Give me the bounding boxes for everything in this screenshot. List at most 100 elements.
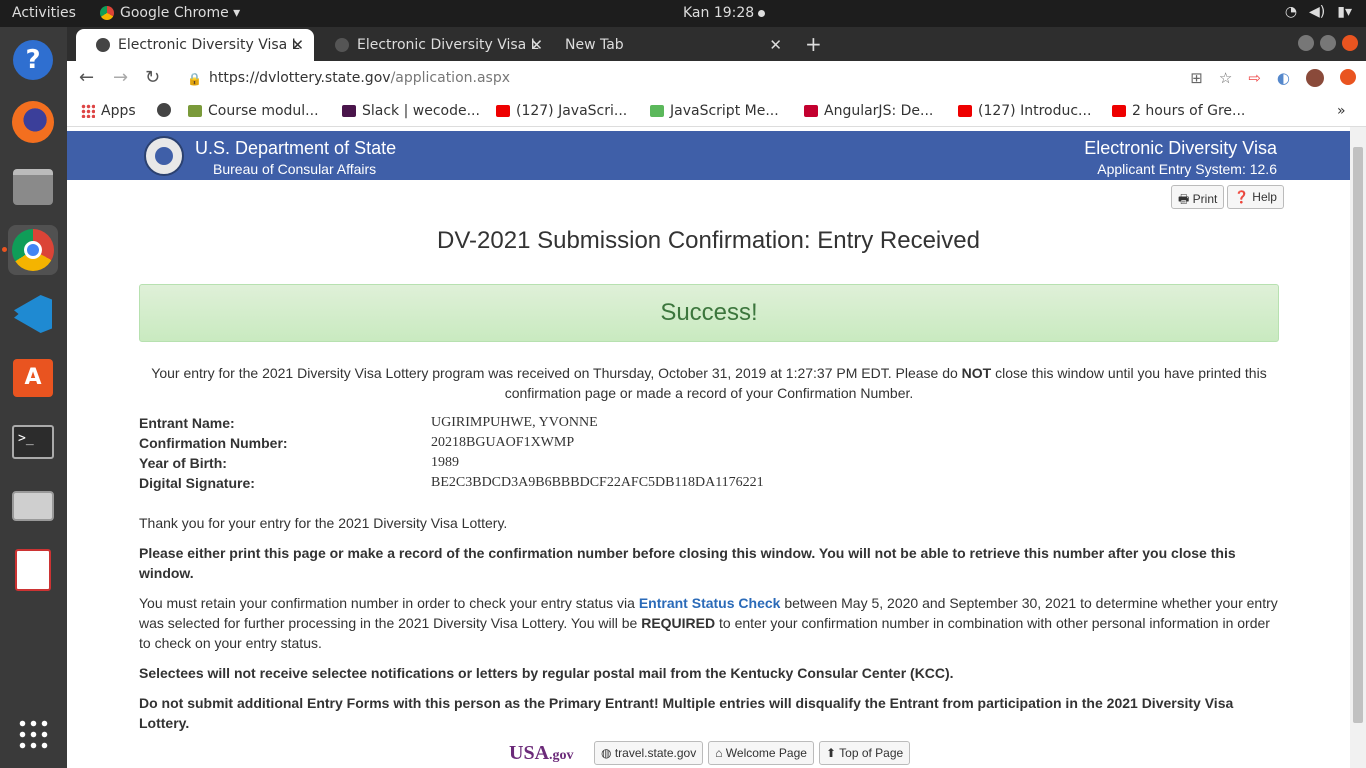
back-arrow-icon[interactable]: ← — [79, 67, 94, 88]
tab-close-icon[interactable]: ✕ — [769, 36, 782, 54]
slack-icon — [342, 105, 356, 117]
bookmark-globe[interactable] — [157, 103, 171, 117]
print-button[interactable]: 🖶 Print — [1171, 185, 1225, 209]
bookmark-item[interactable]: (127) Introduc... — [958, 103, 1091, 119]
new-tab-plus-icon[interactable]: + — [805, 32, 822, 56]
software-store-icon[interactable]: A — [8, 353, 58, 403]
bookmark-star-icon[interactable]: ☆ — [1219, 69, 1232, 87]
globe-icon — [96, 38, 110, 52]
department-name: U.S. Department of State — [195, 138, 397, 158]
clock[interactable]: Kan 19:28 — [683, 5, 766, 21]
translate-icon[interactable]: ⊞ — [1190, 69, 1203, 87]
globe-icon — [335, 38, 349, 52]
tab-strip: Electronic Diversity Visa L ✕ Electronic… — [67, 27, 1366, 61]
profile-avatar[interactable] — [1306, 69, 1324, 87]
page-footer: USA.gov ◍ travel.state.gov ⌂ Welcome Pag… — [509, 741, 911, 765]
document-viewer-icon[interactable] — [8, 545, 58, 595]
vscode-icon[interactable] — [8, 289, 58, 339]
status-check-text: You must retain your confirmation number… — [139, 595, 1278, 651]
printer-icon: 🖶 — [1178, 192, 1190, 206]
intro-text: Your entry for the 2021 Diversity Visa L… — [151, 365, 1267, 401]
address-bar[interactable]: 🔒 https://dvlottery.state.gov/applicatio… — [179, 66, 1239, 92]
tab-edv[interactable]: Electronic Diversity Visa L ✕ — [315, 29, 553, 61]
question-circle-icon: ❓ — [1234, 190, 1249, 204]
scrollbar-thumb[interactable] — [1353, 147, 1363, 723]
show-applications-icon[interactable] — [8, 709, 58, 759]
multiple-entries-warning: Do not submit additional Entry Forms wit… — [139, 695, 1234, 731]
top-of-page-button[interactable]: ⬆ Top of Page — [818, 741, 911, 765]
site-banner: U.S. Department of State Bureau of Consu… — [67, 131, 1350, 180]
entrant-status-check-link[interactable]: Entrant Status Check — [639, 595, 781, 611]
bookmark-item[interactable]: (127) JavaScri... — [496, 103, 627, 119]
detail-row: Digital Signature: BE2C3BDCD3A9B6BBBDCF2… — [139, 473, 764, 493]
digital-signature-label: Digital Signature: — [139, 475, 255, 491]
forward-arrow-icon[interactable]: → — [113, 67, 128, 88]
tab-label: Electronic Diversity Visa L — [118, 37, 300, 53]
battery-icon: ▮▾ — [1337, 4, 1352, 20]
print-warning-text: Please either print this page or make a … — [139, 545, 1236, 581]
help-button[interactable]: ❓ Help — [1227, 185, 1284, 209]
window-close-icon[interactable] — [1342, 35, 1358, 51]
terminal-icon[interactable]: >_ — [8, 417, 58, 467]
more-bookmarks-icon[interactable]: » — [1337, 103, 1346, 119]
tab-close-icon[interactable]: ✕ — [530, 36, 543, 54]
bookmark-item[interactable]: Course modul... — [188, 103, 319, 119]
bookmark-item[interactable]: Slack | wecode... — [342, 103, 480, 119]
thank-you-text: Thank you for your entry for the 2021 Di… — [139, 515, 508, 531]
entrant-name-value: UGIRIMPUHWE, YVONNE — [431, 415, 598, 430]
confirmation-number-value: 20218BGUAOF1XWMP — [431, 435, 575, 450]
chrome-window: Electronic Diversity Visa L ✕ Electronic… — [67, 27, 1366, 768]
tab-close-icon[interactable]: ✕ — [291, 36, 304, 54]
bookmark-item[interactable]: AngularJS: De... — [804, 103, 933, 119]
youtube-icon — [958, 105, 972, 117]
usagov-logo[interactable]: USA.gov — [509, 742, 589, 765]
tab-edv-active[interactable]: Electronic Diversity Visa L ✕ — [76, 29, 314, 61]
firefox-icon[interactable] — [8, 97, 58, 147]
digital-signature-value: BE2C3BDCD3A9B6BBBDCF22AFC5DB118DA1176221 — [431, 475, 764, 490]
state-seal-logo — [144, 136, 184, 176]
youtube-icon — [1112, 105, 1126, 117]
entry-details: Entrant Name: UGIRIMPUHWE, YVONNE Confir… — [139, 413, 764, 493]
tab-new-tab[interactable]: New Tab ✕ — [554, 29, 792, 61]
wifi-icon: ◔ — [1284, 4, 1298, 20]
js-icon — [650, 105, 664, 117]
update-icon[interactable] — [1340, 69, 1356, 85]
bookmark-item[interactable]: JavaScript Me... — [650, 103, 779, 119]
maximize-icon[interactable] — [1320, 35, 1336, 51]
extension-icons: ⊞ ☆ ⇨ ◐ — [1190, 69, 1356, 87]
help-app-icon[interactable]: ? — [8, 35, 58, 85]
scanner-icon[interactable] — [8, 481, 58, 531]
welcome-page-button[interactable]: ⌂ Welcome Page — [708, 741, 814, 765]
reload-icon[interactable]: ↻ — [145, 67, 160, 88]
bookmark-item[interactable]: 2 hours of Gre... — [1112, 103, 1245, 119]
globe-icon: ◍ — [601, 746, 612, 760]
minimize-icon[interactable] — [1298, 35, 1314, 51]
detail-row: Confirmation Number: 20218BGUAOF1XWMP — [139, 433, 764, 453]
chrome-icon — [100, 6, 114, 20]
arrow-up-icon: ⬆ — [825, 746, 837, 760]
apps-grid-icon — [81, 104, 95, 118]
travel-state-gov-button[interactable]: ◍ travel.state.gov — [594, 741, 704, 765]
page-scrollbar[interactable] — [1350, 127, 1366, 768]
system-title: Electronic Diversity Visa — [1084, 138, 1277, 158]
detail-row: Entrant Name: UGIRIMPUHWE, YVONNE — [139, 413, 764, 433]
app-menu[interactable]: Google Chrome ▾ — [100, 5, 240, 21]
confirmation-number-label: Confirmation Number: — [139, 435, 288, 451]
app-menu-label: Google Chrome ▾ — [120, 5, 241, 21]
extension-icon[interactable]: ⇨ — [1248, 69, 1261, 87]
page-title: DV-2021 Submission Confirmation: Entry R… — [437, 227, 980, 254]
lock-icon: 🔒 — [187, 72, 202, 86]
bookmark-apps[interactable]: Apps — [81, 103, 136, 119]
detail-row: Year of Birth: 1989 — [139, 453, 764, 473]
url-path: /application.aspx — [390, 70, 510, 86]
activities-button[interactable]: Activities — [12, 5, 76, 21]
system-tray[interactable]: ◔ ◀) ▮▾ — [1285, 4, 1352, 20]
files-icon[interactable] — [8, 162, 58, 212]
bureau-name: Bureau of Consular Affairs — [213, 161, 377, 177]
dock: ? A >_ — [0, 27, 67, 768]
window-controls — [1298, 35, 1358, 51]
volume-icon: ◀) — [1309, 4, 1326, 20]
chrome-dock-icon[interactable] — [8, 225, 58, 275]
extension-icon[interactable]: ◐ — [1277, 69, 1290, 87]
year-of-birth-label: Year of Birth: — [139, 455, 227, 471]
